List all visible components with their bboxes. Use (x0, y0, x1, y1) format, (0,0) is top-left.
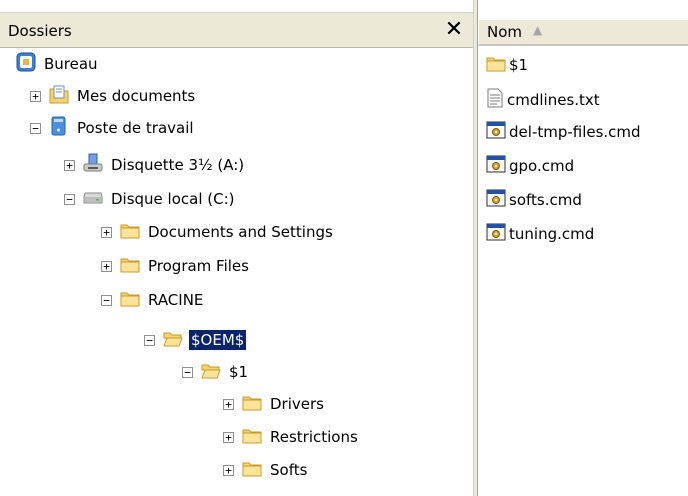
tree-node-label: Restrictions (270, 428, 358, 446)
collapse-icon[interactable]: − (64, 193, 75, 205)
expand-icon[interactable]: + (223, 464, 234, 476)
folders-pane-header: Dossiers ✕ (0, 12, 473, 48)
tree-node-label: Mes documents (77, 87, 196, 105)
tree-node[interactable]: + Softs (223, 456, 309, 484)
file-name: del-tmp-files.cmd (509, 122, 641, 141)
sort-ascending-icon: ▲ (533, 23, 543, 37)
folder-icon (242, 393, 262, 415)
tree-node[interactable]: + Disquette 3½ (A:) (64, 151, 246, 179)
tree-node[interactable]: + Documents and Settings (101, 218, 335, 246)
expand-icon[interactable]: + (223, 398, 234, 410)
tree-node-label: RACINE (148, 291, 204, 309)
tree-node[interactable]: + Drivers (223, 390, 326, 418)
collapse-icon[interactable]: − (101, 294, 112, 306)
tree-node[interactable]: Bureau (16, 50, 100, 78)
column-name-label: Nom (487, 23, 523, 41)
tree-node[interactable]: + Program Files (101, 252, 251, 280)
floppy-drive-icon (83, 153, 103, 177)
cmd-file-icon (486, 223, 506, 245)
tree-node-label: Program Files (148, 257, 249, 275)
my-documents-icon (49, 84, 69, 108)
folder-icon (120, 289, 140, 311)
tree-node[interactable]: − $1 (182, 358, 250, 386)
collapse-icon[interactable]: − (30, 122, 41, 134)
file-item[interactable]: softs.cmd (486, 187, 582, 212)
tree-node[interactable]: − Poste de travail (30, 114, 196, 142)
cmd-file-icon (486, 155, 506, 177)
expand-icon[interactable]: + (101, 260, 112, 272)
expand-icon[interactable]: + (30, 90, 41, 102)
tree-node-label: Disque local (C:) (111, 190, 235, 208)
tree-node-label: $OEM$ (187, 329, 248, 351)
folder-icon (120, 255, 140, 277)
tree-node[interactable]: − RACINE (101, 286, 205, 314)
text-file-icon (486, 88, 504, 112)
my-computer-icon (49, 116, 69, 140)
folder-open-icon (163, 329, 183, 351)
hard-drive-icon (83, 189, 103, 209)
file-item[interactable]: gpo.cmd (486, 153, 574, 178)
tree-node-label: Documents and Settings (148, 223, 333, 241)
expand-icon[interactable]: + (101, 226, 112, 238)
file-name: softs.cmd (509, 190, 582, 209)
file-item[interactable]: $1 (486, 52, 528, 77)
file-item[interactable]: del-tmp-files.cmd (486, 119, 641, 144)
tree-node-label: Softs (270, 461, 308, 479)
tree-node-label: $1 (229, 363, 249, 381)
tree-node[interactable]: + Mes documents (30, 82, 197, 110)
expand-icon[interactable]: + (223, 431, 234, 443)
files-pane: Nom ▲ $1 cmdlines.txt del-tmp-files.cmd gpo… (478, 0, 688, 496)
tree-node[interactable]: + Restrictions (223, 423, 360, 451)
expand-icon[interactable]: + (64, 159, 75, 171)
collapse-icon[interactable]: − (144, 334, 155, 346)
tree-node[interactable]: − $OEM$ (144, 326, 248, 354)
close-icon[interactable]: ✕ (443, 17, 465, 43)
tree-node-label: Bureau (44, 55, 98, 73)
folders-pane: Dossiers ✕ Bureau + Mes documents − Poste de… (0, 0, 473, 496)
tree-node-label: Poste de travail (77, 119, 194, 137)
folder-open-icon (201, 361, 221, 383)
desktop-icon (16, 52, 36, 76)
file-name: tuning.cmd (509, 224, 595, 243)
folder-icon (486, 54, 506, 76)
file-item[interactable]: tuning.cmd (486, 221, 594, 246)
tree-node[interactable]: − Disque local (C:) (64, 185, 237, 213)
file-name: cmdlines.txt (507, 90, 600, 109)
column-header-name[interactable]: Nom ▲ (478, 20, 688, 46)
folder-icon (242, 459, 262, 481)
file-name: $1 (509, 55, 529, 74)
cmd-file-icon (486, 121, 506, 143)
file-item[interactable]: cmdlines.txt (486, 87, 600, 112)
folder-icon (242, 426, 262, 448)
folder-icon (120, 221, 140, 243)
file-name: gpo.cmd (509, 156, 575, 175)
folders-pane-title: Dossiers (8, 22, 72, 40)
tree-node-label: Disquette 3½ (A:) (111, 156, 245, 174)
tree-node-label: Drivers (270, 395, 324, 413)
cmd-file-icon (486, 189, 506, 211)
collapse-icon[interactable]: − (182, 366, 193, 378)
